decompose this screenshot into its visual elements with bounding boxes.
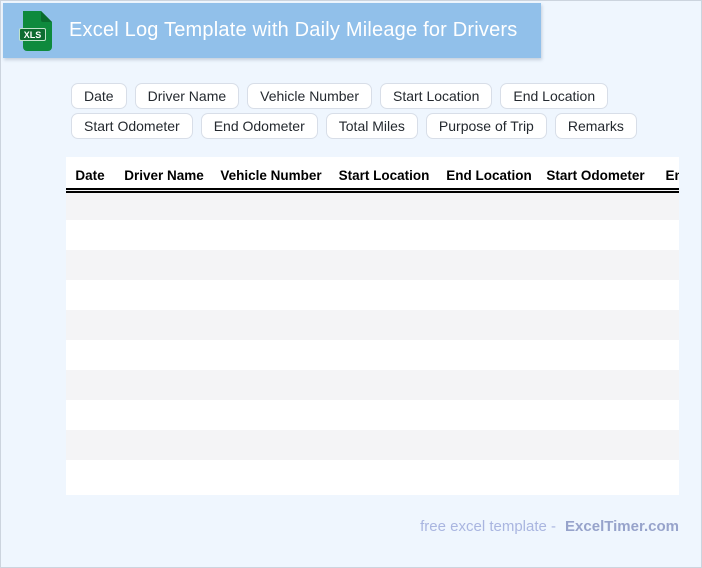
chip-vehicle-number[interactable]: Vehicle Number — [247, 83, 372, 109]
table-row — [66, 190, 679, 220]
chip-start-location[interactable]: Start Location — [379, 83, 493, 109]
table-header-row: Date Driver Name Vehicle Number Start Locat… — [66, 157, 679, 193]
chip-start-odometer[interactable]: Start Odometer — [71, 113, 193, 139]
chip-row-2: Start Odometer End Odometer Total Miles Pur… — [71, 113, 637, 139]
table-row — [66, 370, 679, 400]
column-header-vehicle-number: Vehicle Number — [214, 157, 328, 193]
footer-brand-link[interactable]: ExcelTimer.com — [565, 518, 679, 535]
xls-file-icon: XLS — [19, 10, 52, 51]
xls-icon-label: XLS — [24, 30, 42, 40]
empty-cell — [66, 280, 679, 310]
table-row — [66, 400, 679, 430]
field-chips: Date Driver Name Vehicle Number Start Locat… — [71, 83, 637, 139]
table-row — [66, 280, 679, 310]
page: XLS Excel Log Template with Daily Mileag… — [0, 0, 702, 568]
chip-row-1: Date Driver Name Vehicle Number Start Locat… — [71, 83, 637, 109]
table-row — [66, 460, 679, 490]
table-row — [66, 250, 679, 280]
column-header-end-location: End Location — [440, 157, 538, 193]
chip-total-miles[interactable]: Total Miles — [325, 113, 418, 139]
empty-cell — [66, 460, 679, 490]
mileage-log-table: Date Driver Name Vehicle Number Start Locat… — [66, 157, 679, 495]
table-row — [66, 430, 679, 460]
chip-end-odometer[interactable]: End Odometer — [200, 113, 318, 139]
empty-cell — [66, 220, 679, 250]
empty-cell — [66, 400, 679, 430]
footer-text: free excel template - — [420, 518, 557, 535]
chip-remarks[interactable]: Remarks — [554, 113, 637, 139]
column-header-date: Date — [66, 157, 114, 193]
table-row — [66, 220, 679, 250]
page-title: Excel Log Template with Daily Mileage fo… — [69, 19, 518, 41]
column-header-start-odometer: Start Odometer — [538, 157, 653, 193]
empty-cell — [66, 190, 679, 220]
footer-credit: free excel template - ExcelTimer.com — [420, 518, 679, 535]
column-header-driver-name: Driver Name — [114, 157, 214, 193]
chip-date[interactable]: Date — [71, 83, 127, 109]
empty-cell — [66, 310, 679, 340]
table-row — [66, 310, 679, 340]
empty-cell — [66, 430, 679, 460]
table-row — [66, 340, 679, 370]
column-header-start-location: Start Location — [328, 157, 440, 193]
chip-end-location[interactable]: End Location — [500, 83, 609, 109]
header-banner: XLS Excel Log Template with Daily Mileag… — [3, 3, 541, 58]
chip-purpose-of-trip[interactable]: Purpose of Trip — [425, 113, 547, 139]
log-table: Date Driver Name Vehicle Number Start Locat… — [66, 157, 679, 490]
column-header-end-odometer: End Odometer — [653, 157, 679, 193]
chip-driver-name[interactable]: Driver Name — [134, 83, 240, 109]
empty-cell — [66, 340, 679, 370]
empty-cell — [66, 250, 679, 280]
empty-cell — [66, 370, 679, 400]
